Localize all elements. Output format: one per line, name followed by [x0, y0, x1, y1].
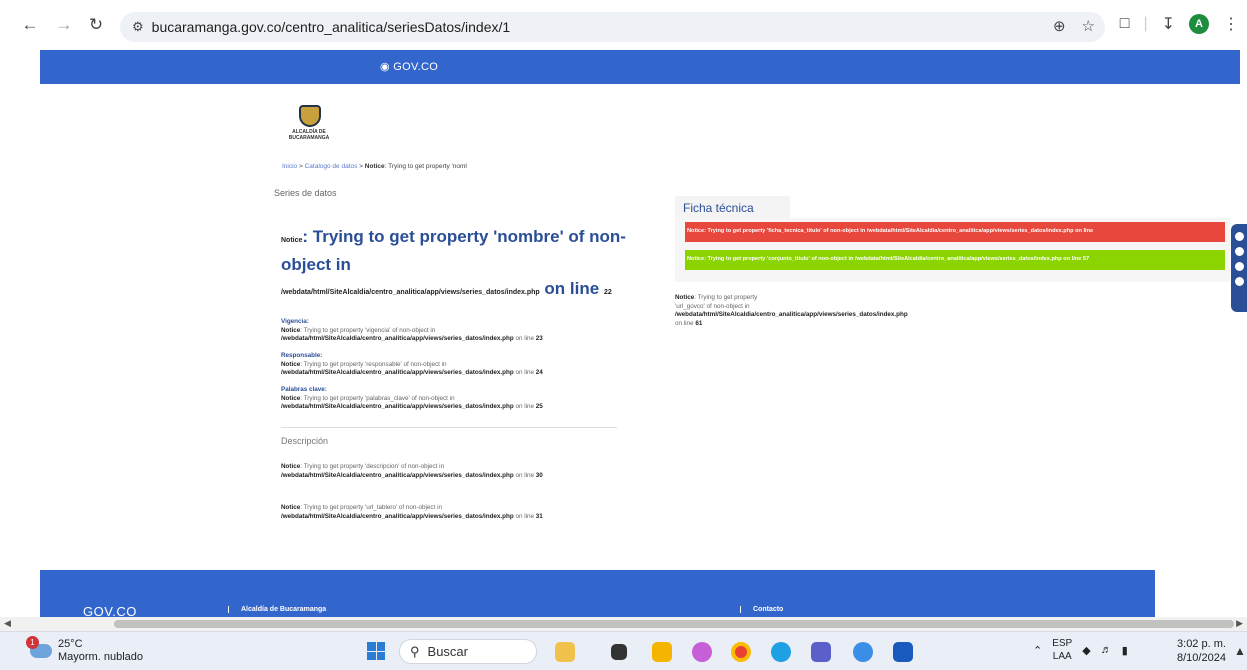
- weather-condition: Mayorm. nublado: [58, 651, 143, 663]
- notification-bell-icon[interactable]: ▲: [1234, 644, 1246, 658]
- conjunto-notice: Notice: Trying to get property 'conjunto…: [685, 250, 1225, 270]
- footer-alcaldia-heading: Alcaldía de Bucaramanga: [228, 606, 326, 613]
- field-responsable: Responsable: Notice: Trying to get prope…: [281, 352, 621, 378]
- field-label: Vigencia:: [281, 318, 309, 325]
- menu-icon[interactable]: ⋮: [1223, 14, 1239, 34]
- title-notice-label: Notice: [281, 237, 303, 244]
- notification-badge: 1: [26, 636, 39, 649]
- screen: ← → ↻ ⚙ bucaramanga.gov.co/centro_analit…: [0, 0, 1247, 670]
- field-vigencia: Vigencia: Notice: Trying to get property…: [281, 318, 621, 344]
- widget-app-icon[interactable]: [555, 642, 575, 662]
- ficha-error-notice: Notice: Trying to get property 'ficha_te…: [685, 222, 1225, 242]
- description-notice: Notice: Trying to get property 'descripc…: [281, 463, 543, 479]
- breadcrumb-sep: >: [357, 163, 365, 170]
- breadcrumb-notice-label: Notice: [364, 163, 385, 170]
- chevron-up-icon[interactable]: ⌃: [1033, 644, 1042, 657]
- forward-icon[interactable]: →: [52, 13, 76, 37]
- breadcrumb-catalog[interactable]: Catalogo de datos: [305, 163, 358, 170]
- site-settings-icon[interactable]: ⚙: [132, 19, 144, 35]
- clock-time: 3:02 p. m.: [1177, 638, 1226, 650]
- scrollbar-thumb[interactable]: [114, 620, 1234, 628]
- breadcrumb-notice-text: : Trying to get property 'noml: [384, 163, 467, 170]
- weather-temp: 25°C: [58, 638, 83, 650]
- title-on-line: on line: [539, 279, 604, 298]
- extensions-icon[interactable]: □: [1120, 15, 1130, 33]
- zoom-icon[interactable]: ⊕: [1053, 17, 1066, 35]
- chrome-icon[interactable]: [731, 642, 751, 662]
- url-text[interactable]: bucaramanga.gov.co/centro_analitica/seri…: [152, 19, 511, 35]
- toolbar-divider: |: [1143, 15, 1148, 32]
- logo-caption-2: BUCARAMANGA: [288, 135, 330, 141]
- text-size-icon[interactable]: [1234, 247, 1244, 256]
- field-label: Responsable:: [281, 352, 323, 359]
- scroll-left-arrow-icon[interactable]: ◀: [4, 618, 11, 629]
- horizontal-scrollbar[interactable]: ◀ ▶: [0, 617, 1247, 631]
- govco-top-bar: ◉ GOV.CO: [40, 50, 1240, 84]
- system-tray: ⌃ ESP LAA ◆ ♬ ▮: [1033, 637, 1128, 663]
- task-view-icon[interactable]: [611, 644, 627, 660]
- ficha-tecnica-title: Ficha técnica: [675, 196, 790, 218]
- dashboard-url-notice: Notice: Trying to get property 'url_tabl…: [281, 504, 543, 520]
- scroll-right-arrow-icon[interactable]: ▶: [1236, 618, 1243, 629]
- address-bar[interactable]: ⚙ bucaramanga.gov.co/centro_analitica/se…: [120, 12, 1105, 42]
- file-explorer-icon[interactable]: [652, 642, 672, 662]
- govco-logo[interactable]: ◉ GOV.CO: [380, 60, 438, 73]
- wifi-icon[interactable]: ◆: [1082, 644, 1090, 657]
- language-indicator[interactable]: ESP LAA: [1052, 637, 1072, 663]
- title-path: /webdata/html/SiteAlcaldia/centro_analit…: [281, 278, 621, 304]
- alcaldia-logo[interactable]: ALCALDÍA DE BUCARAMANGA: [283, 105, 335, 145]
- teams-icon[interactable]: [811, 642, 831, 662]
- coat-of-arms-icon: [299, 105, 321, 127]
- title-notice-message: : Trying to get property 'nombre' of non…: [281, 227, 626, 274]
- copilot-icon[interactable]: [692, 642, 712, 662]
- divider: [281, 427, 617, 428]
- cloud-icon: 1: [26, 636, 52, 658]
- bookmark-star-icon[interactable]: ☆: [1082, 17, 1095, 35]
- taskbar-search[interactable]: ⚲ Buscar: [399, 639, 537, 664]
- govco-url-notice: Notice: Trying to get property 'url_govc…: [675, 294, 908, 327]
- word-icon[interactable]: [893, 642, 913, 662]
- windows-taskbar: 1 25°C Mayorm. nublado ⚲ Buscar ⌃ ESP LA…: [0, 631, 1247, 670]
- text-smaller-icon[interactable]: [1234, 262, 1244, 271]
- footer-contacto-heading: Contacto: [740, 606, 783, 613]
- reload-icon[interactable]: ↻: [84, 13, 108, 37]
- browser-toolbar: ← → ↻ ⚙ bucaramanga.gov.co/centro_analit…: [0, 0, 1247, 50]
- weather-widget[interactable]: 1 25°C Mayorm. nublado: [26, 636, 143, 664]
- battery-icon[interactable]: ▮: [1122, 644, 1128, 657]
- field-palabras-clave: Palabras clave: Notice: Trying to get pr…: [281, 386, 621, 412]
- page-title: Notice: Trying to get property 'nombre' …: [281, 225, 626, 277]
- series-label: Series de datos: [274, 188, 337, 198]
- footer: GOV.CO Alcaldía de Bucaramanga Contacto: [40, 570, 1155, 619]
- title-path-text: /webdata/html/SiteAlcaldia/centro_analit…: [281, 289, 540, 296]
- contrast-icon[interactable]: [1234, 232, 1244, 241]
- download-icon[interactable]: ↧: [1162, 14, 1175, 34]
- shield-icon: ◉: [380, 61, 390, 73]
- field-label: Palabras clave:: [281, 386, 327, 393]
- help-app-icon[interactable]: [853, 642, 873, 662]
- volume-icon[interactable]: ♬: [1101, 644, 1112, 656]
- breadcrumb: Inicio > Catalogo de datos > Notice: Try…: [282, 163, 467, 170]
- back-icon[interactable]: ←: [18, 13, 42, 37]
- search-icon: ⚲: [410, 643, 420, 659]
- edge-icon[interactable]: [771, 642, 791, 662]
- clock[interactable]: 3:02 p. m. 8/10/2024: [1177, 637, 1226, 665]
- start-button[interactable]: [367, 642, 385, 660]
- description-label: Descripción: [281, 436, 329, 446]
- accessibility-icon[interactable]: [1234, 277, 1244, 286]
- clock-date: 8/10/2024: [1177, 652, 1226, 664]
- title-line-number: 22: [603, 289, 612, 296]
- ficha-tecnica-panel: Notice: Trying to get property 'ficha_te…: [675, 218, 1230, 282]
- profile-avatar[interactable]: A: [1189, 14, 1209, 34]
- breadcrumb-home[interactable]: Inicio: [282, 163, 297, 170]
- accessibility-sidebar[interactable]: [1231, 224, 1247, 312]
- search-placeholder: Buscar: [427, 644, 468, 659]
- breadcrumb-sep: >: [297, 163, 305, 170]
